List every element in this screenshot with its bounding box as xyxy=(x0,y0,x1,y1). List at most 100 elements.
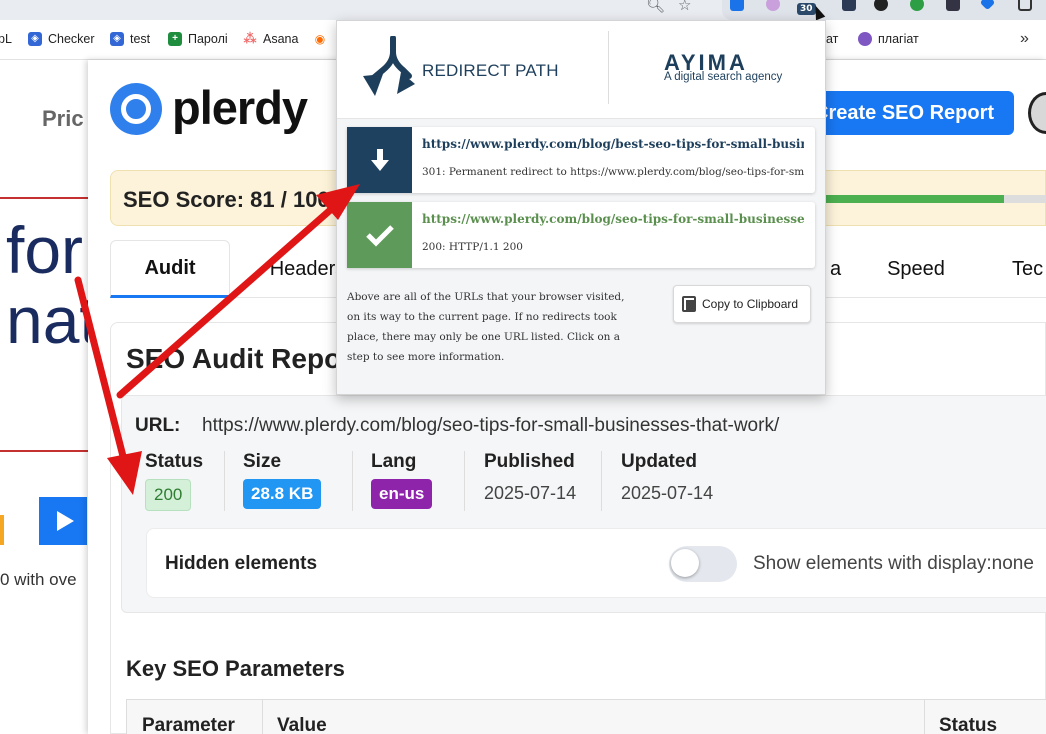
toggle-knob xyxy=(671,549,699,577)
divider xyxy=(464,451,465,511)
extension-green-icon[interactable] xyxy=(910,0,924,11)
play-button[interactable] xyxy=(39,497,87,545)
step-url: https://www.plerdy.com/blog/best-seo-tip… xyxy=(422,137,804,151)
published-label: Published xyxy=(484,451,575,472)
hidden-elements-label: Hidden elements xyxy=(165,553,318,574)
tab-speed[interactable]: Speed xyxy=(880,240,952,298)
status-badge: 200 xyxy=(145,479,192,511)
headline-line: nat xyxy=(6,283,98,357)
step-description: 301: Permanent redirect to https://www.p… xyxy=(422,166,804,178)
bookmark-label: ат xyxy=(826,32,839,46)
size-label: Size xyxy=(243,451,282,472)
bookmark-item[interactable]: pL xyxy=(0,32,12,46)
seo-score-fill xyxy=(826,195,1005,203)
plerdy-logo-icon xyxy=(110,83,162,135)
lang-label: Lang xyxy=(371,451,417,472)
divider xyxy=(0,450,88,452)
seo-score-label: SEO Score: 81 / 100 xyxy=(123,187,330,212)
tab-tech[interactable]: Tec xyxy=(1012,240,1046,298)
clipboard-icon xyxy=(682,296,696,312)
background-page: Pric for nat 0 with ove xyxy=(0,60,98,734)
extension-x-icon[interactable] xyxy=(946,0,960,11)
screen: 🔍︎ ☆ 30 pL ◈ Checker ◈ test + Паролі ⁂ Asana… xyxy=(0,0,1046,734)
seo-score-track xyxy=(826,195,1046,203)
extensions-strip xyxy=(722,0,1046,20)
url-label: URL: xyxy=(135,415,181,436)
key-seo-parameters-title: Key SEO Parameters xyxy=(126,656,345,681)
size-badge: 28.8 KB xyxy=(243,479,322,509)
divider xyxy=(924,700,925,734)
updated-label: Updated xyxy=(621,451,697,472)
redirect-path-popup: REDIRECT PATH AYIMA A digital search age… xyxy=(336,20,826,395)
popup-help-text: Above are all of the URLs that your brow… xyxy=(347,291,625,363)
redirect-path-logo-icon xyxy=(363,36,415,96)
background-headline: for nat xyxy=(6,215,98,355)
copy-button-label: Copy to Clipboard xyxy=(702,297,799,311)
show-hidden-toggle[interactable] xyxy=(669,546,737,582)
play-icon xyxy=(56,511,74,531)
published-value: 2025-07-14 xyxy=(484,483,577,503)
plus-icon: + xyxy=(168,32,182,46)
bookmark-label: плагіат xyxy=(878,32,919,46)
extensions-puzzle-icon[interactable] xyxy=(1018,0,1032,11)
bookmark-item[interactable]: ⁂ Asana xyxy=(243,32,299,47)
headline-line: for xyxy=(6,213,84,287)
bookmark-item[interactable]: ◈ Checker xyxy=(28,32,95,46)
published-column: Published 2025-07-14 xyxy=(484,451,576,504)
divider xyxy=(601,451,602,511)
globe-icon xyxy=(858,32,872,46)
copy-to-clipboard-button[interactable]: Copy to Clipboard xyxy=(673,285,811,323)
browser-toolbar: 🔍︎ ☆ 30 xyxy=(0,0,1046,21)
background-nav-link[interactable]: Pric xyxy=(42,106,84,132)
bookmark-item[interactable]: плагіат xyxy=(858,32,919,46)
star-icon[interactable]: ☆ xyxy=(678,0,691,14)
lang-column: Lang en-us xyxy=(371,451,433,509)
bookmark-item[interactable]: ◉ xyxy=(313,32,333,46)
extension-dark-icon[interactable] xyxy=(842,0,856,11)
checkmark-icon xyxy=(347,202,412,268)
accent-bar xyxy=(0,515,4,545)
extension-diamond-icon[interactable] xyxy=(979,0,996,11)
divider xyxy=(0,197,88,199)
tab-audit[interactable]: Audit xyxy=(110,240,230,298)
size-column: Size 28.8 KB xyxy=(243,451,322,509)
table-header-status: Status xyxy=(939,715,998,734)
bookmark-label: Checker xyxy=(48,32,95,46)
background-body-text: 0 with ove xyxy=(0,570,77,589)
extension-checkbox-icon[interactable] xyxy=(730,0,744,11)
semrush-icon: ◉ xyxy=(314,32,326,46)
url-value: https://www.plerdy.com/blog/seo-tips-for… xyxy=(202,415,780,436)
bookmark-item[interactable]: + Паролі xyxy=(168,32,228,46)
shield-icon: ◈ xyxy=(28,32,42,46)
divider xyxy=(608,31,609,104)
bookmark-item[interactable]: ◈ test xyxy=(110,32,150,46)
lang-badge: en-us xyxy=(371,479,433,509)
step-url: https://www.plerdy.com/blog/seo-tips-for… xyxy=(422,212,804,226)
ayima-tagline: A digital search agency xyxy=(664,71,783,83)
tab-partial[interactable]: a xyxy=(830,240,870,298)
updated-column: Updated 2025-07-14 xyxy=(621,451,713,504)
bookmark-label: Паролі xyxy=(188,32,228,46)
bookmarks-overflow-icon[interactable]: » xyxy=(1020,30,1029,48)
divider xyxy=(262,700,263,734)
table-header-value: Value xyxy=(277,715,327,734)
divider xyxy=(352,451,353,511)
step-description: 200: HTTP/1.1 200 xyxy=(422,241,523,253)
toggle-label: Show elements with display:none xyxy=(753,553,1034,574)
bookmark-label: Asana xyxy=(263,32,299,46)
status-column: Status 200 xyxy=(145,451,203,511)
create-seo-report-button[interactable]: Create SEO Report xyxy=(800,91,1014,135)
plerdy-brand: plerdy xyxy=(172,81,308,134)
key-seo-parameters-table: Parameter Value Status xyxy=(126,699,1046,734)
zoom-icon[interactable]: 🔍︎ xyxy=(646,0,665,14)
updated-value: 2025-07-14 xyxy=(621,483,714,503)
bookmark-item[interactable]: ат xyxy=(826,32,838,46)
avatar[interactable] xyxy=(1028,92,1046,134)
redirect-step[interactable]: https://www.plerdy.com/blog/best-seo-tip… xyxy=(347,127,815,193)
status-label: Status xyxy=(145,451,204,472)
redirect-step[interactable]: https://www.plerdy.com/blog/seo-tips-for… xyxy=(347,202,815,268)
popup-header: REDIRECT PATH AYIMA A digital search age… xyxy=(337,21,825,119)
extension-circle-icon[interactable] xyxy=(874,0,888,11)
bookmark-label: pL xyxy=(0,32,12,46)
extension-color-icon[interactable] xyxy=(766,0,780,11)
